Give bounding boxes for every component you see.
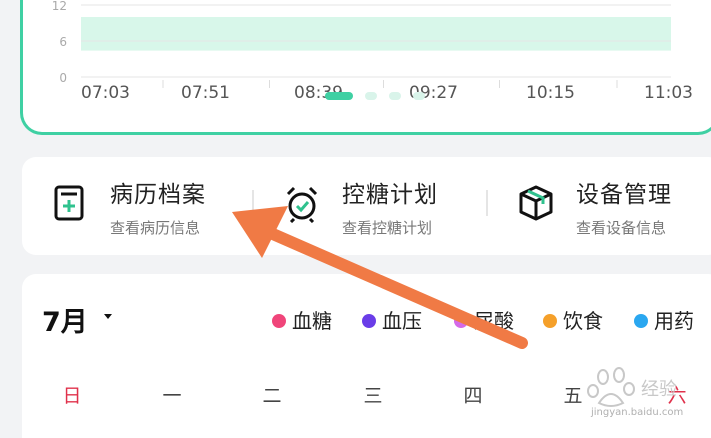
legend-item-diet: 饮食 bbox=[543, 305, 603, 334]
y-tick-label: 0 bbox=[59, 71, 67, 85]
shortcut-subtitle: 查看控糖计划 bbox=[342, 219, 433, 237]
baidu-watermark: 经验 jingyan.baidu.com bbox=[575, 365, 705, 425]
glucose-chart: 061207:03 07:51 08:39 09:27 10:15 11:03 bbox=[52, 0, 693, 103]
baidu-paw-logo-icon: 经验 bbox=[587, 367, 677, 407]
divider bbox=[252, 190, 254, 216]
y-tick-label: 12 bbox=[52, 0, 67, 13]
caret-down-icon[interactable] bbox=[104, 314, 112, 319]
shortcut-title: 病历档案 bbox=[110, 182, 206, 208]
weekday-sun: 日 bbox=[62, 385, 82, 407]
alarm-clock-icon bbox=[286, 186, 318, 223]
pager-dot[interactable] bbox=[389, 92, 401, 100]
medical-record-icon bbox=[54, 185, 84, 221]
month-selector[interactable]: 7月 bbox=[42, 300, 88, 339]
legend-item-uric-acid: 尿酸 bbox=[454, 305, 514, 334]
divider bbox=[486, 190, 488, 216]
y-tick-label: 6 bbox=[59, 35, 67, 49]
x-tick-label: 07:51 bbox=[181, 83, 230, 103]
weekday-thu: 四 bbox=[463, 385, 483, 407]
pager-dot[interactable] bbox=[365, 92, 377, 100]
legend-item-blood-pressure: 血压 bbox=[362, 305, 422, 334]
shortcut-subtitle: 查看设备信息 bbox=[576, 219, 667, 237]
weekday-wed: 三 bbox=[363, 385, 383, 407]
x-tick-label: 07:03 bbox=[81, 83, 130, 103]
shortcut-card: 病历档案 查看病历信息 控糖计划 查看控糖计划 设备管理 查看设备信息 bbox=[22, 157, 711, 255]
weekday-tue: 二 bbox=[262, 385, 282, 407]
shortcut-subtitle: 查看病历信息 bbox=[110, 219, 201, 237]
shortcut-title: 控糖计划 bbox=[342, 182, 438, 208]
shortcut-title: 设备管理 bbox=[576, 182, 672, 208]
weekday-mon: 一 bbox=[162, 385, 182, 407]
page: { "chart": { "y_ticks": ["12", "6", "0"]… bbox=[0, 0, 711, 438]
watermark-url: jingyan.baidu.com bbox=[591, 407, 684, 418]
legend-item-glucose: 血糖 bbox=[272, 305, 332, 334]
dot-icon bbox=[543, 313, 557, 328]
target-range-band bbox=[81, 17, 671, 51]
x-tick-label: 10:15 bbox=[526, 83, 575, 103]
device-box-icon bbox=[519, 185, 553, 221]
glucose-chart-card[interactable]: 0 6 12 07:03 07:51 08:39 09:27 10:15 11:03 bbox=[20, 0, 711, 135]
pager-dot-active[interactable] bbox=[325, 92, 353, 100]
dot-icon bbox=[454, 313, 468, 328]
dot-icon bbox=[362, 313, 376, 328]
svg-text:经验: 经验 bbox=[641, 379, 677, 400]
legend-item-medication: 用药 bbox=[634, 305, 694, 334]
dot-icon bbox=[272, 313, 286, 328]
pager-dot[interactable] bbox=[413, 92, 425, 100]
x-tick-label: 11:03 bbox=[644, 83, 693, 103]
dot-icon bbox=[634, 313, 648, 328]
